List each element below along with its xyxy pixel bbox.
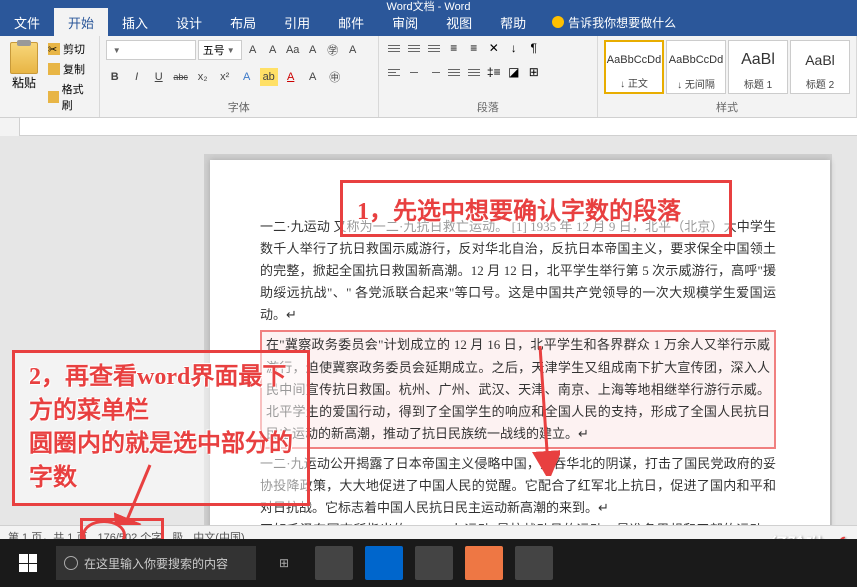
taskbar-search[interactable]: 在这里输入你要搜索的内容 — [56, 546, 256, 580]
phonetic-button[interactable]: ㊫ — [324, 41, 342, 59]
horizontal-ruler[interactable] — [0, 118, 857, 136]
tab-references[interactable]: 引用 — [270, 7, 324, 38]
taskbar-app-4[interactable] — [462, 544, 506, 582]
ruler-corner — [0, 118, 20, 136]
enclose-char-button[interactable]: ㊥ — [326, 68, 344, 86]
brush-icon — [48, 91, 59, 103]
style-nospacing[interactable]: AaBbCcDd↓ 无间隔 — [666, 40, 726, 94]
asian-layout-button[interactable]: ✕ — [485, 40, 503, 56]
ribbon-body: 粘贴 ✂剪切 复制 格式刷 剪贴板 ▼ 五号▼ A A Aa A ㊫ A B — [0, 36, 857, 118]
align-left-button[interactable] — [385, 64, 403, 80]
underline-button[interactable]: U — [150, 68, 168, 86]
cut-button[interactable]: ✂剪切 — [46, 40, 93, 58]
taskbar: 在这里输入你要搜索的内容 ⊞ — [0, 539, 857, 587]
font-name-select[interactable]: ▼ — [106, 40, 196, 60]
annotation-2: 2，再查看word界面最下方的菜单栏 圆圈内的就是选中部分的字数 — [12, 350, 310, 506]
line-spacing-button[interactable]: ‡≡ — [485, 64, 503, 80]
paragraph-2-selected[interactable]: 在"冀察政务委员会"计划成立的 12 月 16 日，北平学生和各界群众 1 万余… — [260, 330, 776, 448]
copy-button[interactable]: 复制 — [46, 60, 93, 78]
tab-file[interactable]: 文件 — [0, 7, 54, 38]
title-bar: Word文档 - Word — [0, 0, 857, 8]
styles-group-label: 样式 — [604, 97, 850, 115]
paragraph-group-label: 段落 — [385, 97, 591, 115]
grow-font-button[interactable]: A — [244, 41, 262, 59]
copy-icon — [48, 63, 60, 75]
show-marks-button[interactable]: ¶ — [525, 40, 543, 56]
font-color-button[interactable]: A — [282, 68, 300, 86]
change-case-button[interactable]: Aa — [284, 41, 302, 59]
justify-button[interactable] — [445, 64, 463, 80]
indent-left-button[interactable]: ≡ — [445, 40, 463, 56]
font-size-select[interactable]: 五号▼ — [198, 40, 242, 60]
taskbar-search-placeholder: 在这里输入你要搜索的内容 — [84, 555, 228, 572]
char-border-button[interactable]: A — [344, 41, 362, 59]
format-painter-button[interactable]: 格式刷 — [46, 80, 93, 114]
taskbar-app-2[interactable] — [362, 544, 406, 582]
taskbar-app-5[interactable] — [512, 544, 556, 582]
tell-me-search[interactable]: 告诉我你想要做什么 — [552, 14, 676, 31]
distribute-button[interactable] — [465, 64, 483, 80]
paste-label: 粘贴 — [12, 74, 36, 91]
bullets-button[interactable] — [385, 40, 403, 56]
multilevel-button[interactable] — [425, 40, 443, 56]
style-normal[interactable]: AaBbCcDd↓ 正文 — [604, 40, 664, 94]
style-heading2[interactable]: AaBl标题 2 — [790, 40, 850, 94]
shrink-font-button[interactable]: A — [264, 41, 282, 59]
paragraph-3[interactable]: 一二·九运动公开揭露了日本帝国主义侵略中国，并吞华北的阴谋，打击了国民党政府的妥… — [260, 453, 776, 519]
subscript-button[interactable]: x₂ — [194, 68, 212, 86]
char-shading-button[interactable]: A — [304, 68, 322, 86]
superscript-button[interactable]: x² — [216, 68, 234, 86]
start-button[interactable] — [6, 544, 50, 582]
indent-right-button[interactable]: ≡ — [465, 40, 483, 56]
shading-button[interactable]: ◪ — [505, 64, 523, 80]
align-right-button[interactable] — [425, 64, 443, 80]
bulb-icon — [552, 16, 564, 28]
highlight-button[interactable]: ab — [260, 68, 278, 86]
clear-format-button[interactable]: A — [304, 41, 322, 59]
borders-button[interactable]: ⊞ — [525, 64, 543, 80]
font-group-label: 字体 — [106, 97, 372, 115]
tab-insert[interactable]: 插入 — [108, 7, 162, 38]
windows-icon — [19, 554, 37, 572]
taskview-button[interactable]: ⊞ — [262, 544, 306, 582]
tab-mail[interactable]: 邮件 — [324, 7, 378, 38]
sort-button[interactable]: ↓ — [505, 40, 523, 56]
tab-design[interactable]: 设计 — [162, 7, 216, 38]
taskbar-app-1[interactable] — [312, 544, 356, 582]
clipboard-icon — [10, 42, 38, 74]
group-styles: AaBbCcDd↓ 正文 AaBbCcDd↓ 无间隔 AaBl标题 1 AaBl… — [598, 36, 857, 117]
italic-button[interactable]: I — [128, 68, 146, 86]
search-icon — [64, 556, 78, 570]
style-heading1[interactable]: AaBl标题 1 — [728, 40, 788, 94]
tab-home[interactable]: 开始 — [54, 7, 108, 38]
text-effect-button[interactable]: A — [238, 68, 256, 86]
align-center-button[interactable] — [405, 64, 423, 80]
group-clipboard: 粘贴 ✂剪切 复制 格式刷 剪贴板 — [0, 36, 100, 117]
strike-button[interactable]: abc — [172, 68, 190, 86]
numbering-button[interactable] — [405, 40, 423, 56]
annotation-1: 1，先选中想要确认字数的段落 — [340, 180, 732, 237]
tab-layout[interactable]: 布局 — [216, 7, 270, 38]
taskbar-app-3[interactable] — [412, 544, 456, 582]
tab-help[interactable]: 帮助 — [486, 7, 540, 38]
paste-button[interactable]: 粘贴 — [6, 40, 42, 93]
bold-button[interactable]: B — [106, 68, 124, 86]
tell-me-label: 告诉我你想要做什么 — [568, 14, 676, 31]
group-font: ▼ 五号▼ A A Aa A ㊫ A B I U abc x₂ x² A ab … — [100, 36, 379, 117]
app-title: Word文档 - Word — [387, 0, 471, 14]
scissors-icon: ✂ — [48, 43, 60, 55]
group-paragraph: ≡ ≡ ✕ ↓ ¶ ‡≡ ◪ ⊞ 段落 — [379, 36, 598, 117]
